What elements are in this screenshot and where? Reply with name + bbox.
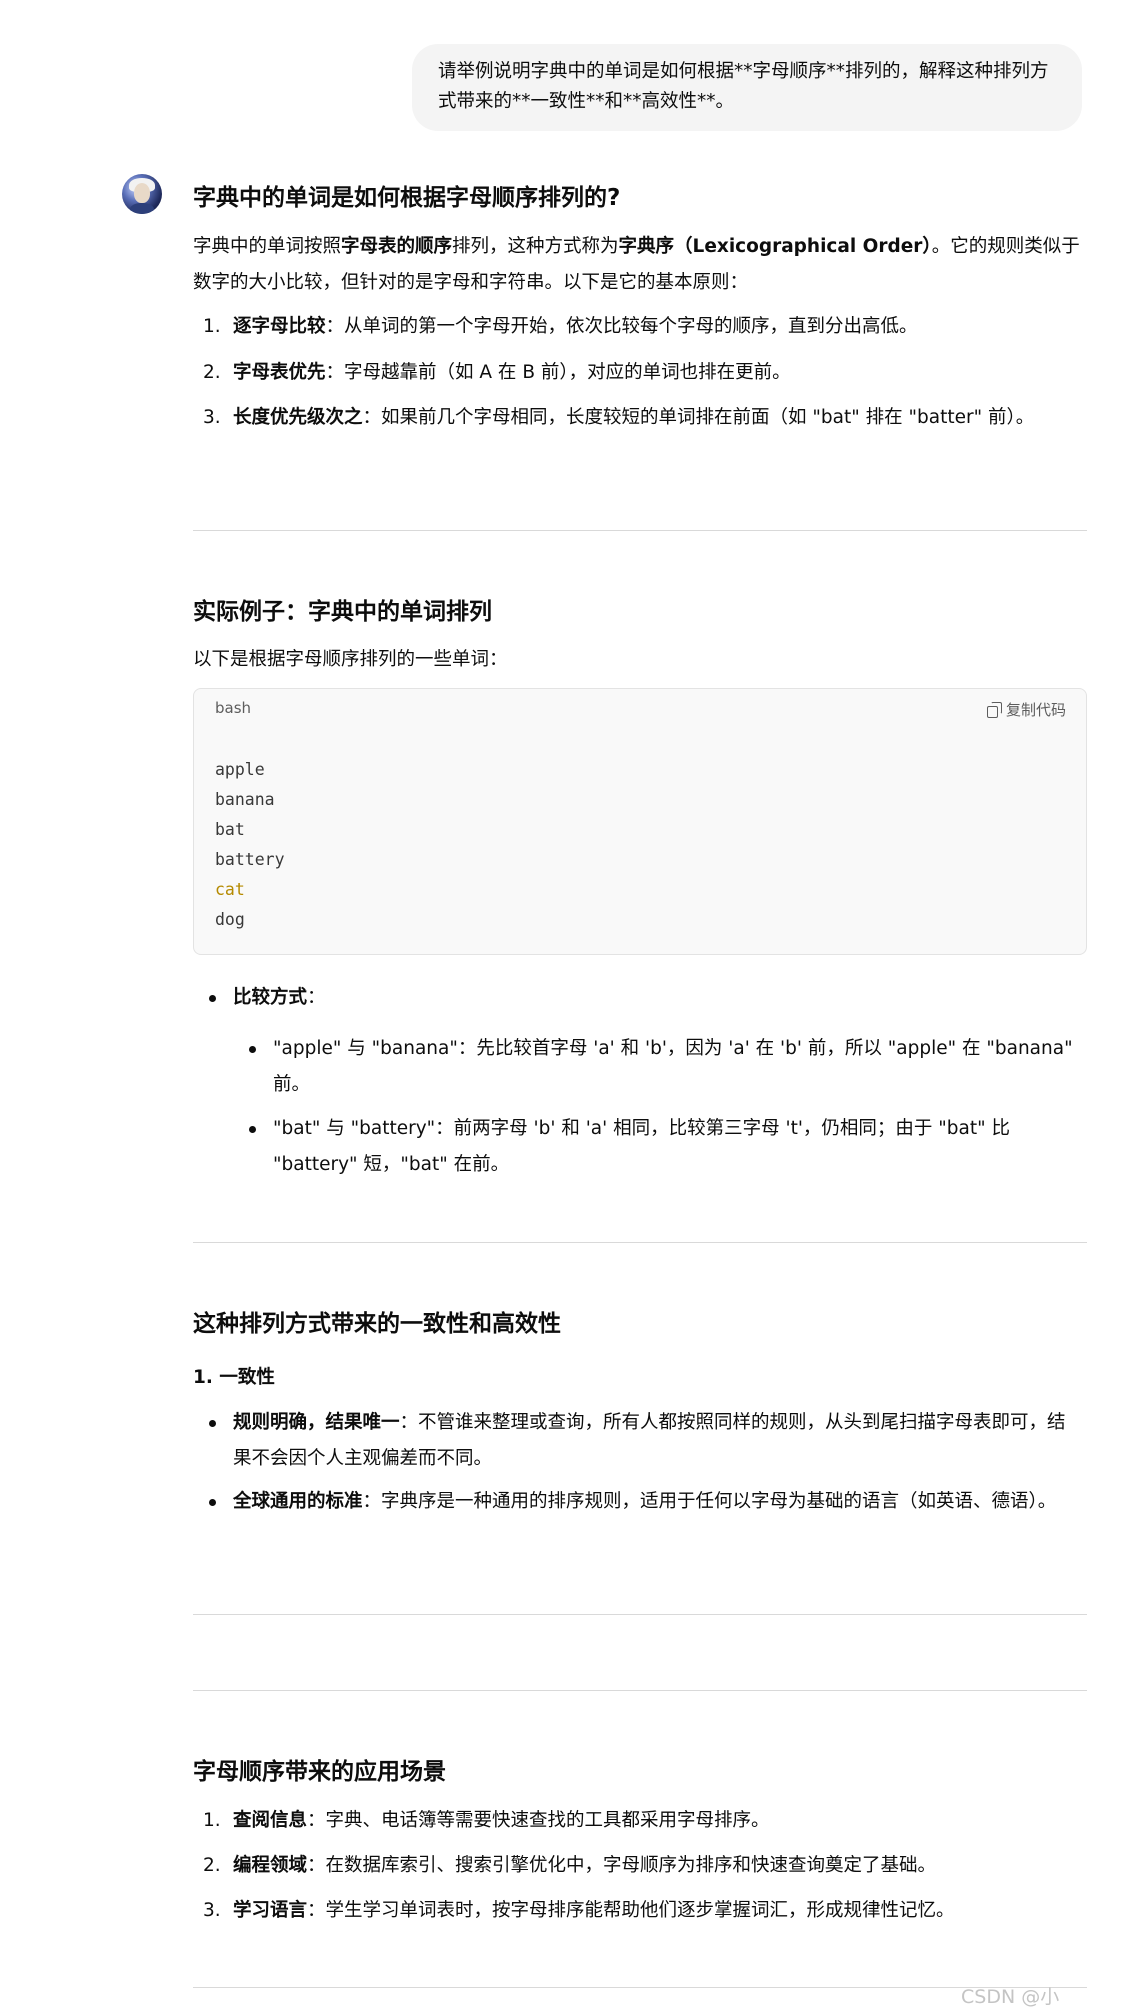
list-item-number: 1. [203, 1810, 221, 1831]
compare-colon: ： [307, 987, 326, 1008]
user-message-text: 请举例说明字典中的单词是如何根据**字母顺序**排列的，解释这种排列方式带来的*… [438, 61, 1049, 112]
bullet-dot [209, 995, 216, 1002]
list-item: 2. 编程领域：在数据库索引、搜索引擎优化中，字母顺序为排序和快速查询奠定了基础… [193, 1848, 1083, 1884]
code-content: apple banana bat battery cat dog [215, 755, 285, 935]
section-divider [193, 530, 1087, 531]
bullet-dot [209, 1420, 216, 1427]
list-item-body: ：如果前几个字母相同，长度较短的单词排在前面（如 "bat" 排在 "batte… [362, 407, 1035, 428]
copy-code-label: 复制代码 [1005, 701, 1066, 719]
avatar-face [134, 183, 150, 203]
section-divider [193, 1614, 1087, 1615]
bullet-body: ：字典序是一种通用的排序规则，适用于任何以字母为基础的语言（如英语、德语）。 [362, 1491, 1057, 1512]
section-divider [193, 1690, 1087, 1691]
bullet-item-compare: 比较方式： [193, 980, 1083, 1016]
sub-bullet-text: "apple" 与 "banana"：先比较首字母 'a' 和 'b'，因为 '… [273, 1038, 1073, 1095]
section-divider [193, 1987, 1087, 1988]
bullet-dot [249, 1046, 256, 1053]
code-line: banana [215, 790, 275, 809]
bullet-text: 规则明确，结果唯一：不管谁来整理或查询，所有人都按照同样的规则，从头到尾扫描字母… [233, 1405, 1083, 1477]
list-item-body: ：在数据库索引、搜索引擎优化中，字母顺序为排序和快速查询奠定了基础。 [307, 1855, 937, 1876]
example-intro: 以下是根据字母顺序排列的一些单词： [193, 649, 508, 670]
code-line: bat [215, 820, 245, 839]
bullet-item: 规则明确，结果唯一：不管谁来整理或查询，所有人都按照同样的规则，从头到尾扫描字母… [193, 1405, 1083, 1477]
list-item-text: 字母表优先：字母越靠前（如 A 在 B 前），对应的单词也排在更前。 [233, 355, 1083, 391]
bullet-dot [209, 1499, 216, 1506]
intro-bold-2: 字典序（Lexicographical Order） [618, 236, 932, 257]
code-line-keyword: cat [215, 880, 245, 899]
list-item-body: ：学生学习单词表时，按字母排序能帮助他们逐步掌握词汇，形成规律性记忆。 [307, 1900, 955, 1921]
copy-icon [986, 702, 1002, 718]
code-line: apple [215, 760, 265, 779]
code-language-label: bash [215, 699, 252, 717]
section-divider [193, 1242, 1087, 1243]
list-item-number: 3. [203, 1900, 221, 1921]
code-line: battery [215, 850, 285, 869]
list-item-body: ：字典、电话簿等需要快速查找的工具都采用字母排序。 [307, 1810, 770, 1831]
avatar-body [130, 203, 154, 214]
sub-bullet-text: "bat" 与 "battery"：前两字母 'b' 和 'a' 相同，比较第三… [273, 1118, 1011, 1175]
list-item-number: 2. [203, 1855, 221, 1876]
section-heading-applications: 字母顺序带来的应用场景 [193, 1759, 446, 1785]
bullet-bold: 全球通用的标准 [233, 1491, 363, 1512]
bullet-text: 全球通用的标准：字典序是一种通用的排序规则，适用于任何以字母为基础的语言（如英语… [233, 1484, 1083, 1520]
sub-bullet-item: "apple" 与 "banana"：先比较首字母 'a' 和 'b'，因为 '… [193, 1031, 1083, 1103]
list-item-text: 长度优先级次之：如果前几个字母相同，长度较短的单词排在前面（如 "bat" 排在… [233, 400, 1083, 436]
subsection-title: 1. 一致性 [193, 1367, 275, 1388]
code-line: dog [215, 910, 245, 929]
user-message-bubble: 请举例说明字典中的单词是如何根据**字母顺序**排列的，解释这种排列方式带来的*… [412, 44, 1082, 131]
assistant-avatar [122, 174, 162, 214]
list-item-bold: 字母表优先 [233, 362, 326, 383]
list-item-text: 逐字母比较：从单词的第一个字母开始，依次比较每个字母的顺序，直到分出高低。 [233, 309, 1083, 345]
list-item: 2. 字母表优先：字母越靠前（如 A 在 B 前），对应的单词也排在更前。 [193, 355, 1083, 391]
list-item-text: 编程领域：在数据库索引、搜索引擎优化中，字母顺序为排序和快速查询奠定了基础。 [233, 1848, 1083, 1884]
intro-text-1: 字典中的单词按照 [193, 236, 342, 257]
list-item: 3. 长度优先级次之：如果前几个字母相同，长度较短的单词排在前面（如 "bat"… [193, 400, 1083, 436]
list-item-body: ：从单词的第一个字母开始，依次比较每个字母的顺序，直到分出高低。 [325, 316, 918, 337]
list-item-number: 1. [203, 316, 221, 337]
list-item-bold: 逐字母比较 [233, 316, 326, 337]
copy-code-button[interactable]: 复制代码 [986, 699, 1066, 720]
list-item: 1. 逐字母比较：从单词的第一个字母开始，依次比较每个字母的顺序，直到分出高低。 [193, 309, 1083, 345]
list-item: 1. 查阅信息：字典、电话簿等需要快速查找的工具都采用字母排序。 [193, 1803, 1083, 1839]
list-item-text: 查阅信息：字典、电话簿等需要快速查找的工具都采用字母排序。 [233, 1803, 1083, 1839]
list-item-bold: 学习语言 [233, 1900, 308, 1921]
section-heading-example: 实际例子：字典中的单词排列 [193, 599, 492, 625]
list-item-body: ：字母越靠前（如 A 在 B 前），对应的单词也排在更前。 [325, 362, 791, 383]
code-block: bash 复制代码 apple banana bat battery cat d… [193, 688, 1087, 955]
intro-text-2: 排列，这种方式称为 [452, 236, 619, 257]
list-item-text: 学习语言：学生学习单词表时，按字母排序能帮助他们逐步掌握词汇，形成规律性记忆。 [233, 1893, 1083, 1929]
intro-bold-1: 字母表的顺序 [341, 236, 453, 257]
section-heading-lexicographic: 字典中的单词是如何根据字母顺序排列的? [193, 185, 621, 211]
list-item-number: 2. [203, 362, 221, 383]
compare-label: 比较方式 [233, 987, 308, 1008]
sub-bullet-item: "bat" 与 "battery"：前两字母 'b' 和 'a' 相同，比较第三… [193, 1111, 1083, 1183]
list-item-number: 3. [203, 407, 221, 428]
section-heading-consistency: 这种排列方式带来的一致性和高效性 [193, 1311, 561, 1337]
csdn-watermark: CSDN @小 [961, 1986, 1060, 2007]
bullet-item: 全球通用的标准：字典序是一种通用的排序规则，适用于任何以字母为基础的语言（如英语… [193, 1484, 1083, 1520]
section-intro-paragraph: 字典中的单词按照字母表的顺序排列，这种方式称为字典序（Lexicographic… [193, 229, 1083, 301]
list-item: 3. 学习语言：学生学习单词表时，按字母排序能帮助他们逐步掌握词汇，形成规律性记… [193, 1893, 1083, 1929]
list-item-bold: 编程领域 [233, 1855, 308, 1876]
bullet-dot [249, 1126, 256, 1133]
bullet-text: 比较方式： [233, 980, 1083, 1016]
bullet-bold: 规则明确，结果唯一 [233, 1412, 400, 1433]
list-item-bold: 查阅信息 [233, 1810, 308, 1831]
list-item-bold: 长度优先级次之 [233, 407, 363, 428]
